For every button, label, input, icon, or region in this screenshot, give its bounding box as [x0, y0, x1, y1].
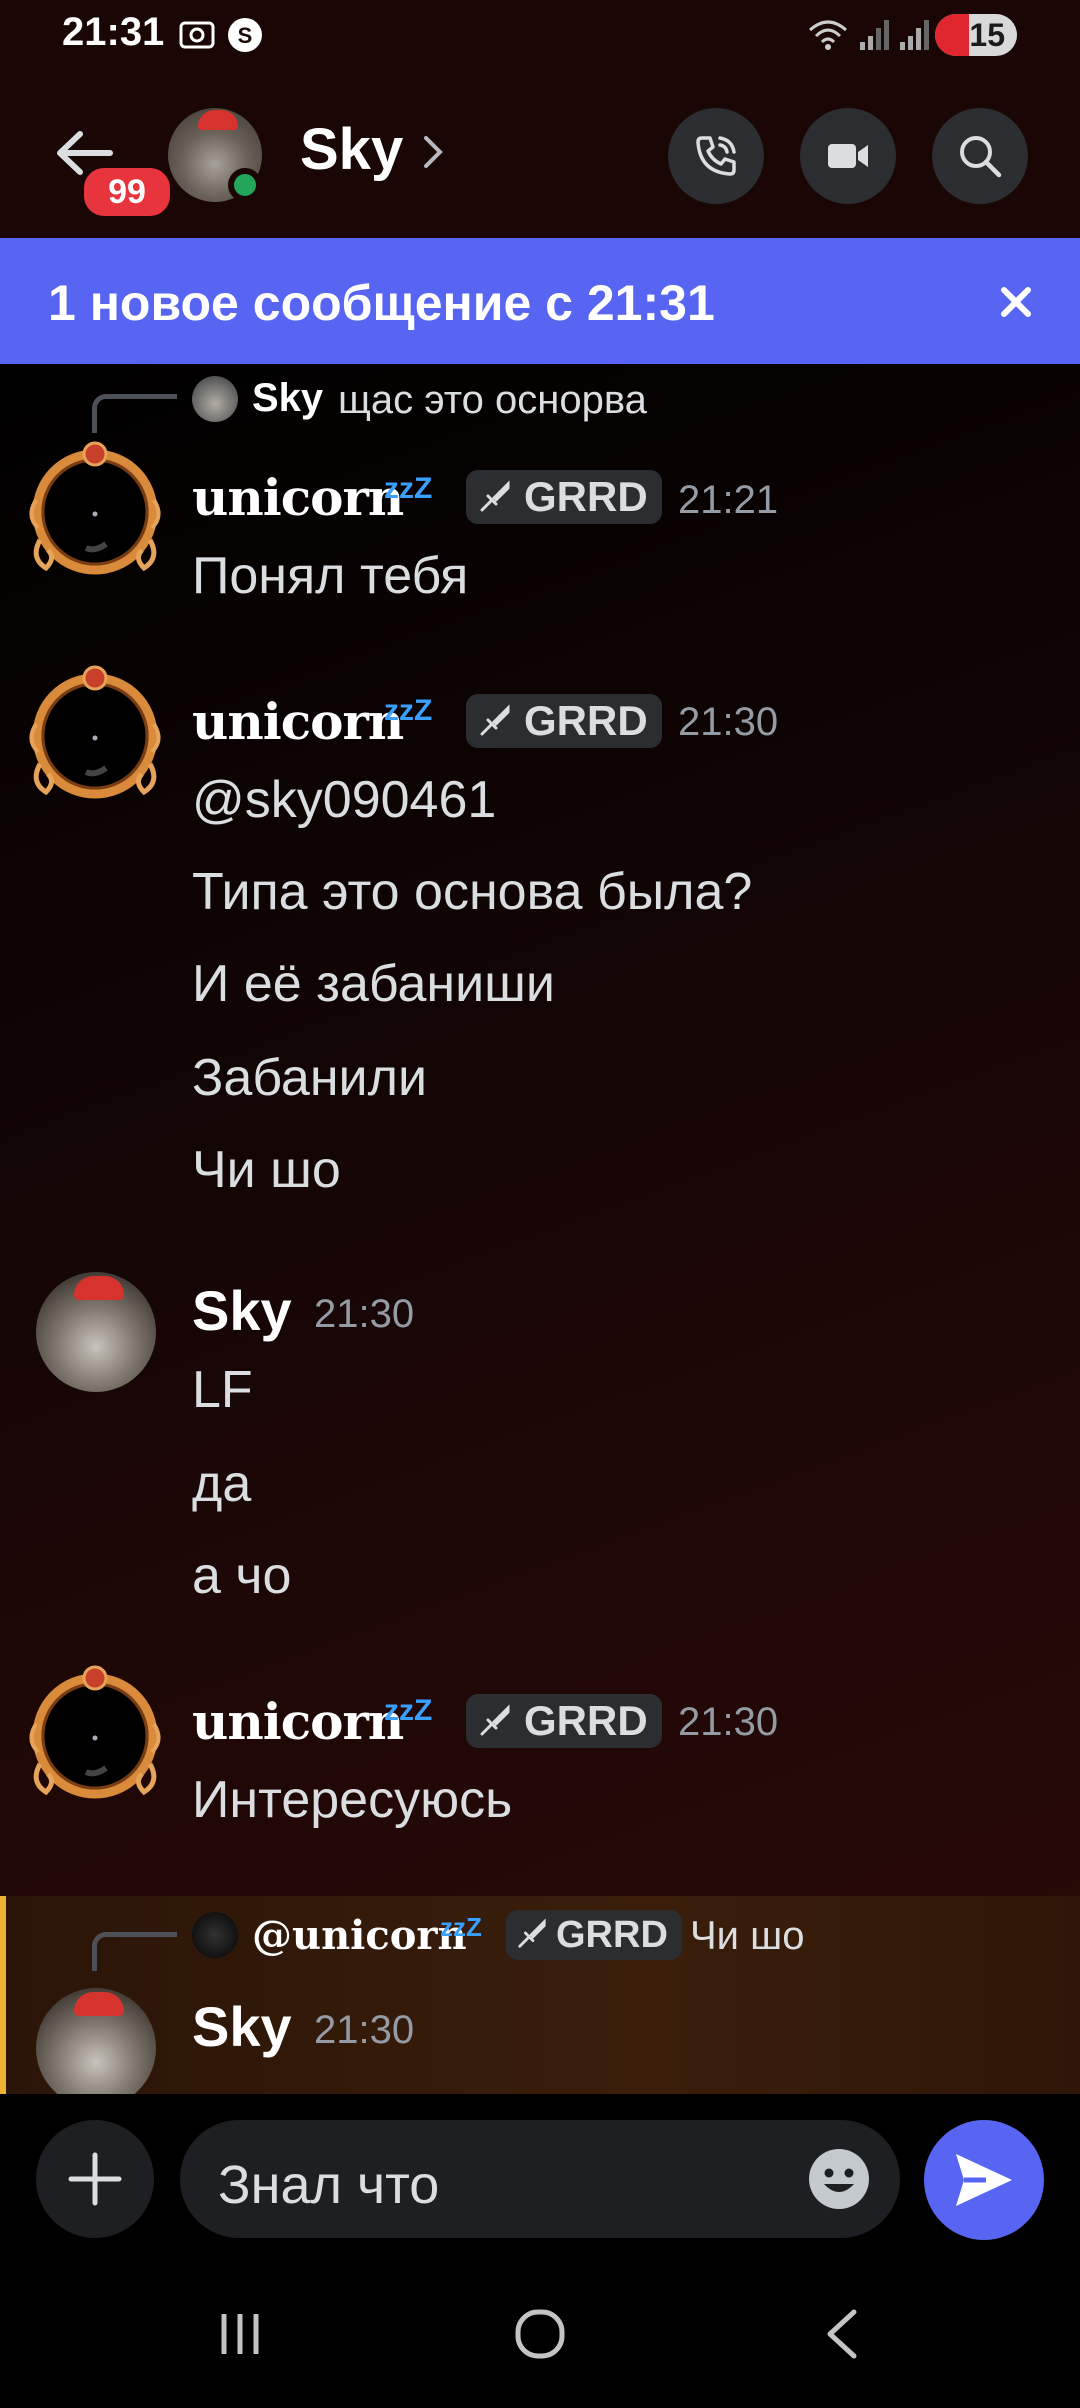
sword-icon [518, 1918, 546, 1948]
reply-preview[interactable]: щас это оснорва [338, 378, 647, 423]
emoji-icon[interactable] [806, 2146, 872, 2212]
message-author[interactable]: unicorn [192, 1692, 404, 1751]
online-status-dot [228, 168, 262, 202]
send-icon [956, 2154, 1012, 2206]
signal-icon [860, 20, 889, 50]
message-composer: Знал что [0, 2094, 1080, 2264]
chevron-right-icon[interactable] [420, 132, 446, 172]
message-timestamp: 21:30 [314, 1292, 415, 1336]
screenshot-icon [179, 21, 215, 49]
message-text[interactable]: LF [192, 1360, 253, 1420]
plus-icon [68, 2152, 122, 2206]
mention-highlight-bar [0, 1896, 6, 2094]
message-author[interactable]: Sky [192, 1278, 292, 1343]
zzz-status: zzZ [384, 472, 433, 505]
battery-icon: 15 [935, 14, 1017, 56]
system-nav-bar [0, 2264, 1080, 2408]
phone-call-icon [696, 136, 736, 176]
voice-call-button[interactable] [668, 108, 764, 204]
reply-avatar [192, 1912, 238, 1958]
message-text[interactable]: а чо [192, 1546, 291, 1606]
recent-apps-icon[interactable] [210, 2304, 270, 2364]
message-text[interactable]: Чи шо [192, 1140, 341, 1200]
chat-header: 99 Sky [0, 72, 1080, 238]
sword-icon [480, 480, 510, 512]
message-timestamp: 21:30 [314, 2008, 415, 2052]
message-text[interactable]: да [192, 1454, 251, 1514]
message-text[interactable]: И её забаниши [192, 954, 555, 1014]
server-tag[interactable]: GRRD [466, 694, 662, 748]
server-tag[interactable]: GRRD [466, 470, 662, 524]
server-tag[interactable]: GRRD [466, 1694, 662, 1748]
unread-badge: 99 [80, 164, 174, 220]
signal-icon [900, 20, 929, 50]
home-icon[interactable] [510, 2304, 570, 2364]
avatar[interactable] [26, 440, 164, 578]
status-bar: 21:31 S 15 [0, 0, 1080, 72]
reply-author[interactable]: @unicorn [252, 1912, 467, 1959]
message-author[interactable]: unicorn [192, 692, 404, 751]
server-tag-label: GRRD [556, 1914, 668, 1956]
battery-level: 15 [969, 17, 1005, 53]
search-button[interactable] [932, 108, 1028, 204]
sword-icon [480, 704, 510, 736]
new-messages-text: 1 новое сообщение с 21:31 [48, 275, 715, 331]
send-button[interactable] [924, 2120, 1044, 2240]
reply-avatar [192, 376, 238, 422]
server-tag-label: GRRD [524, 473, 648, 520]
avatar[interactable] [36, 1272, 156, 1392]
video-camera-icon [828, 144, 868, 168]
close-icon[interactable] [996, 282, 1036, 322]
reply-connector [92, 1932, 177, 1971]
reply-author[interactable]: Sky [252, 376, 323, 421]
server-tag-label: GRRD [524, 1697, 648, 1744]
video-call-button[interactable] [800, 108, 896, 204]
message-text[interactable]: Понял тебя [192, 546, 468, 606]
server-tag-label: GRRD [524, 697, 648, 744]
message-text[interactable]: Забанили [192, 1048, 427, 1108]
new-messages-banner[interactable]: 1 новое сообщение с 21:31 [0, 238, 1080, 364]
avatar[interactable] [26, 1664, 164, 1802]
message-input-value[interactable]: Знал что [218, 2154, 439, 2216]
zzz-status: zzZ [440, 1912, 482, 1942]
server-tag[interactable]: GRRD [506, 1910, 682, 1960]
reply-connector [92, 394, 177, 433]
message-text[interactable]: @sky090461 [192, 770, 496, 830]
page-title[interactable]: Sky [300, 116, 403, 183]
message-timestamp: 21:30 [678, 1700, 779, 1744]
message-input[interactable]: Знал что [180, 2120, 900, 2238]
svg-text:S: S [238, 23, 253, 48]
wifi-icon [809, 20, 847, 50]
message-author[interactable]: unicorn [192, 468, 404, 527]
message-text[interactable]: Типа это основа была? [192, 862, 752, 922]
status-time: 21:31 [62, 10, 165, 54]
sword-icon [480, 1704, 510, 1736]
add-attachment-button[interactable] [36, 2120, 154, 2238]
message-list[interactable]: Sky щас это оснорва unicorn zzZ GRRD 21:… [0, 364, 1080, 2094]
message-text[interactable]: Интересуюсь [192, 1770, 512, 1830]
search-icon [960, 136, 1002, 178]
back-icon[interactable] [814, 2304, 874, 2364]
shazam-icon: S [228, 18, 262, 52]
message-timestamp: 21:21 [678, 478, 779, 522]
reply-preview[interactable]: Чи шо [690, 1914, 804, 1959]
avatar[interactable] [26, 664, 164, 802]
zzz-status: zzZ [384, 694, 433, 727]
zzz-status: zzZ [384, 1694, 433, 1727]
message-author[interactable]: Sky [192, 1994, 292, 2059]
message-timestamp: 21:30 [678, 700, 779, 744]
